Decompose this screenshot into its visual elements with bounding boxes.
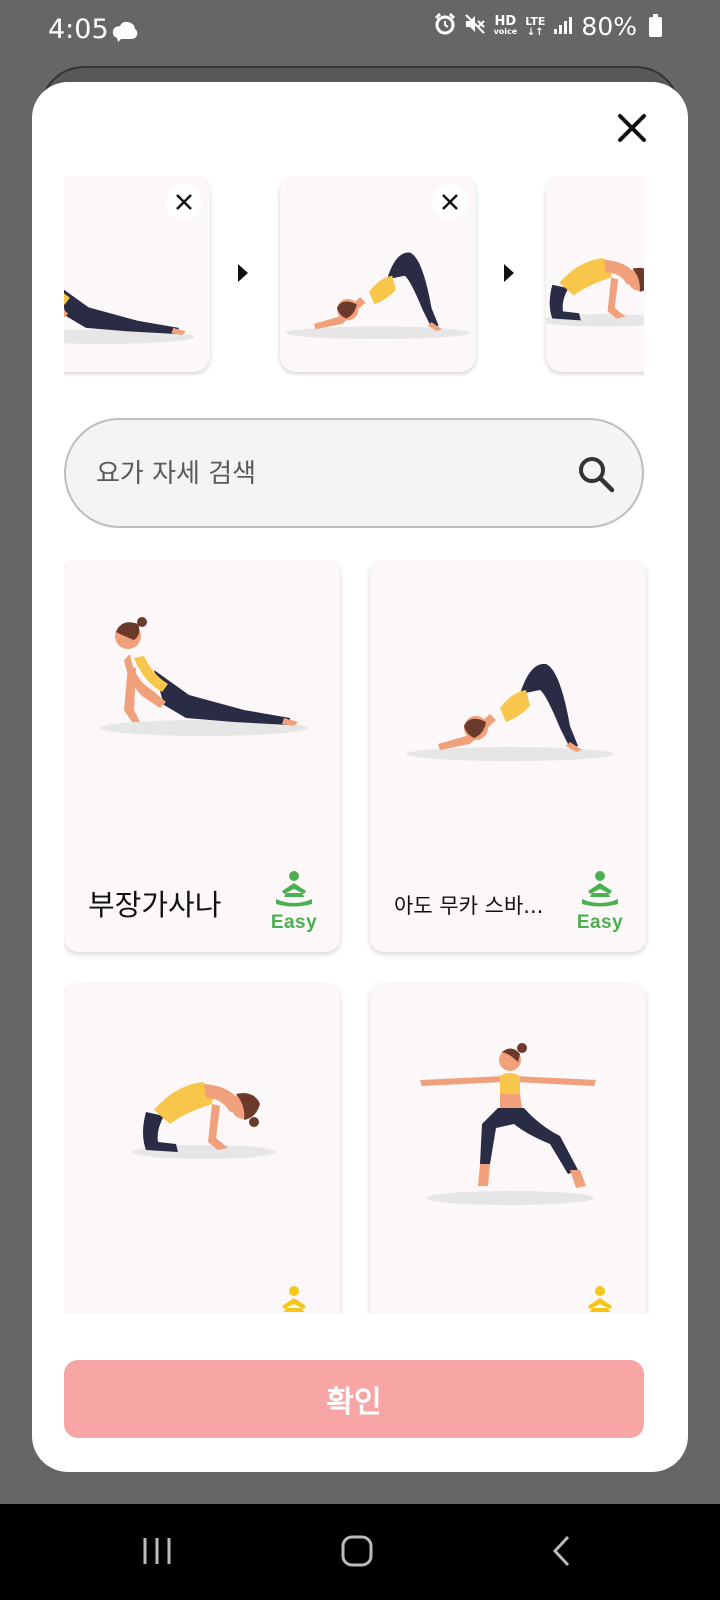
- navigation-bar: [0, 1504, 720, 1600]
- search-bar[interactable]: [64, 418, 644, 528]
- lte-icon: LTE ↓↑: [525, 16, 545, 38]
- hd-voice-icon: HD voice: [493, 13, 518, 37]
- pose-card[interactable]: [64, 984, 340, 1314]
- close-button[interactable]: [612, 108, 652, 148]
- difficulty-label: Easy: [576, 912, 624, 933]
- remove-sequence-item-button[interactable]: [432, 184, 468, 220]
- signal-icon: [553, 12, 573, 41]
- meditation-icon: [580, 1286, 620, 1314]
- meditation-icon: [274, 1286, 314, 1314]
- sequence-item[interactable]: [280, 176, 476, 372]
- pose-card[interactable]: 부장가사나 Easy: [64, 560, 340, 952]
- remove-sequence-item-button[interactable]: [166, 184, 202, 220]
- close-icon: [618, 114, 646, 142]
- difficulty-label: Easy: [270, 912, 318, 933]
- home-icon[interactable]: [340, 1534, 374, 1568]
- cobra-pose-image: [64, 237, 195, 344]
- meditation-icon: [274, 871, 314, 907]
- lte-arrows: ↓↑: [526, 26, 544, 38]
- pose-card[interactable]: 아도 무카 스바... Easy: [370, 560, 646, 952]
- mute-icon: [464, 12, 486, 41]
- sequence-item[interactable]: [546, 176, 644, 372]
- search-icon[interactable]: [576, 454, 616, 494]
- hd-label: HD: [494, 13, 517, 29]
- chat-cloud-icon: [112, 20, 138, 46]
- search-input[interactable]: [96, 450, 556, 498]
- pose-selection-sheet: 부장가사나 Easy 아도 무카 스바... Easy: [32, 82, 688, 1472]
- battery-icon: [649, 13, 662, 37]
- arrow-right-icon: [504, 264, 514, 282]
- lte-label: LTE: [525, 14, 546, 28]
- difficulty-badge: [268, 1286, 320, 1314]
- pose-name: 부장가사나: [88, 888, 222, 922]
- close-icon: [176, 194, 192, 210]
- downward-dog-pose-image: [406, 663, 614, 761]
- recent-apps-icon[interactable]: [140, 1534, 174, 1568]
- sequence-item[interactable]: [64, 176, 210, 372]
- warrior-two-pose-image: [420, 1043, 596, 1205]
- cobra-pose-image: [100, 617, 308, 736]
- pose-grid: 부장가사나 Easy 아도 무카 스바... Easy: [64, 560, 656, 1314]
- status-bar: 4:05 HD voice LTE ↓↑ 80%: [0, 0, 720, 62]
- difficulty-badge: Easy: [574, 871, 626, 934]
- confirm-button[interactable]: 확인: [64, 1360, 644, 1438]
- alarm-icon: [434, 12, 456, 41]
- pose-name: 아도 무카 스바...: [394, 894, 544, 918]
- back-icon[interactable]: [550, 1534, 574, 1568]
- hd-sub-label: voice: [493, 26, 518, 36]
- difficulty-badge: Easy: [268, 871, 320, 934]
- arrow-right-icon: [238, 264, 248, 282]
- pose-card[interactable]: [370, 984, 646, 1314]
- status-time: 4:05: [48, 14, 109, 45]
- camel-pose-image: [132, 1082, 276, 1159]
- status-icons: HD voice LTE ↓↑ 80%: [434, 12, 662, 41]
- meditation-icon: [580, 871, 620, 907]
- selected-sequence[interactable]: [64, 176, 644, 376]
- camel-pose-image: [546, 257, 644, 327]
- close-icon: [442, 194, 458, 210]
- battery-percent: 80%: [581, 12, 637, 41]
- difficulty-badge: [574, 1286, 626, 1314]
